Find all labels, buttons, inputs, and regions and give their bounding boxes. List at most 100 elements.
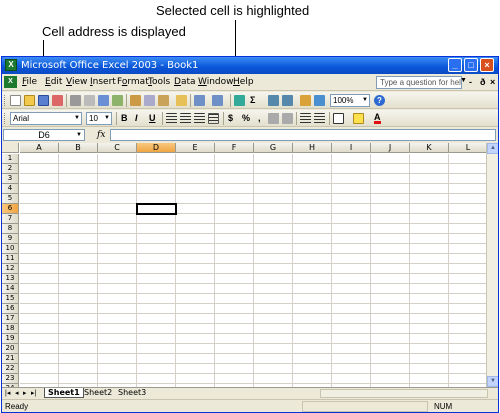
new-icon[interactable] [10,95,21,106]
row-header-6[interactable]: 6 [2,204,19,214]
format-painter-icon[interactable] [176,95,187,106]
doc-restore-button[interactable]: ð [480,77,486,87]
column-header-h[interactable]: H [293,143,332,153]
scroll-up-icon[interactable]: ▲ [487,143,498,154]
column-header-f[interactable]: F [215,143,254,153]
sheet-tab-sheet3[interactable]: Sheet3 [118,388,146,398]
excel-app-icon[interactable]: X [5,59,17,71]
title-bar[interactable]: X Microsoft Office Excel 2003 - Book1 _ … [2,57,498,74]
open-icon[interactable] [24,95,35,106]
menu-view[interactable]: View [66,77,87,88]
row-header-15[interactable]: 15 [2,294,19,304]
increase-indent-icon[interactable] [314,113,325,124]
prev-sheet-icon[interactable]: ◂ [15,389,19,398]
insert-function-icon[interactable]: fx [97,130,105,140]
autosum-icon[interactable]: Σ [250,95,255,106]
permission-icon[interactable] [52,95,63,106]
doc-minimize-button[interactable]: - [469,77,472,87]
name-box[interactable]: D6 ▼ [3,129,85,141]
vertical-scrollbar[interactable]: ▲ ▼ [486,143,498,387]
row-header-20[interactable]: 20 [2,344,19,354]
align-center-icon[interactable] [180,113,191,124]
toolbar-grip[interactable] [4,95,7,106]
select-all-corner[interactable] [2,143,19,153]
row-header-8[interactable]: 8 [2,224,19,234]
spelling-icon[interactable] [98,95,109,106]
active-cell[interactable] [136,203,177,215]
menu-window[interactable]: Window [198,77,234,88]
comma-button[interactable]: , [258,113,261,124]
row-header-17[interactable]: 17 [2,314,19,324]
redo-icon[interactable] [212,95,223,106]
horizontal-scrollbar[interactable] [320,389,488,398]
first-sheet-icon[interactable]: |◂ [5,389,10,398]
menu-tools[interactable]: Tools [148,77,170,88]
zoom-select[interactable]: 100% ▼ [330,94,370,107]
row-header-10[interactable]: 10 [2,244,19,254]
row-header-11[interactable]: 11 [2,254,19,264]
row-header-22[interactable]: 22 [2,364,19,374]
worksheet-grid[interactable]: A B C D E F G H I J K L 1 2 3 4 5 6 7 8 9 10 11 12 13 14 15 16 17 18 1… [2,143,498,387]
copy-icon[interactable] [144,95,155,106]
menu-data[interactable]: Data [174,77,196,88]
undo-icon[interactable] [194,95,205,106]
minimize-button[interactable]: _ [448,58,462,72]
column-header-j[interactable]: J [371,143,410,153]
underline-button[interactable]: U [149,113,156,124]
column-header-b[interactable]: B [59,143,98,153]
save-icon[interactable] [38,95,49,106]
row-header-9[interactable]: 9 [2,234,19,244]
decrease-decimal-icon[interactable] [282,113,293,124]
italic-button[interactable]: I [135,113,138,124]
scroll-down-icon[interactable]: ▼ [487,376,498,387]
sort-descending-icon[interactable] [282,95,293,106]
menu-insert[interactable]: Insert [90,77,116,88]
menu-file[interactable]: File [22,77,37,88]
column-header-g[interactable]: G [254,143,293,153]
doc-close-button[interactable]: × [490,77,495,87]
font-color-icon[interactable]: A [374,113,381,124]
hyperlink-icon[interactable] [234,95,245,106]
column-header-e[interactable]: E [176,143,215,153]
align-left-icon[interactable] [166,113,177,124]
next-sheet-icon[interactable]: ▸ [23,389,27,398]
currency-button[interactable]: $ [228,113,233,124]
ask-dropdown-icon[interactable]: ▼ [460,77,467,84]
column-header-k[interactable]: K [410,143,449,153]
toolbar-grip[interactable] [4,113,7,124]
paste-icon[interactable] [158,95,169,106]
workbook-icon[interactable]: X [4,76,17,88]
print-icon[interactable] [70,95,81,106]
row-header-23[interactable]: 23 [2,374,19,384]
close-button[interactable]: × [480,58,494,72]
fill-color-icon[interactable] [353,113,364,124]
column-header-c[interactable]: C [98,143,137,153]
menu-format[interactable]: Format [117,77,149,88]
ask-question-input[interactable]: Type a question for help [376,76,462,89]
last-sheet-icon[interactable]: ▸| [31,389,36,398]
help-icon[interactable]: ? [374,95,385,106]
chart-wizard-icon[interactable] [300,95,311,106]
column-header-i[interactable]: I [332,143,371,153]
row-header-19[interactable]: 19 [2,334,19,344]
row-header-13[interactable]: 13 [2,274,19,284]
print-preview-icon[interactable] [84,95,95,106]
row-header-7[interactable]: 7 [2,214,19,224]
sheet-tab-sheet1[interactable]: Sheet1 [44,388,84,398]
sort-ascending-icon[interactable] [268,95,279,106]
menu-edit[interactable]: Edit [45,77,62,88]
bold-button[interactable]: B [121,113,128,124]
borders-icon[interactable] [333,113,344,124]
align-right-icon[interactable] [194,113,205,124]
row-header-16[interactable]: 16 [2,304,19,314]
name-box-dropdown-icon[interactable]: ▼ [76,132,82,138]
row-header-2[interactable]: 2 [2,164,19,174]
column-header-a[interactable]: A [20,143,59,153]
font-size-select[interactable]: 10 ▼ [86,112,112,125]
percent-button[interactable]: % [242,113,250,124]
row-header-12[interactable]: 12 [2,264,19,274]
row-header-18[interactable]: 18 [2,324,19,334]
merge-center-icon[interactable] [208,113,219,124]
menu-help[interactable]: Help [233,77,254,88]
maximize-button[interactable]: □ [464,58,478,72]
